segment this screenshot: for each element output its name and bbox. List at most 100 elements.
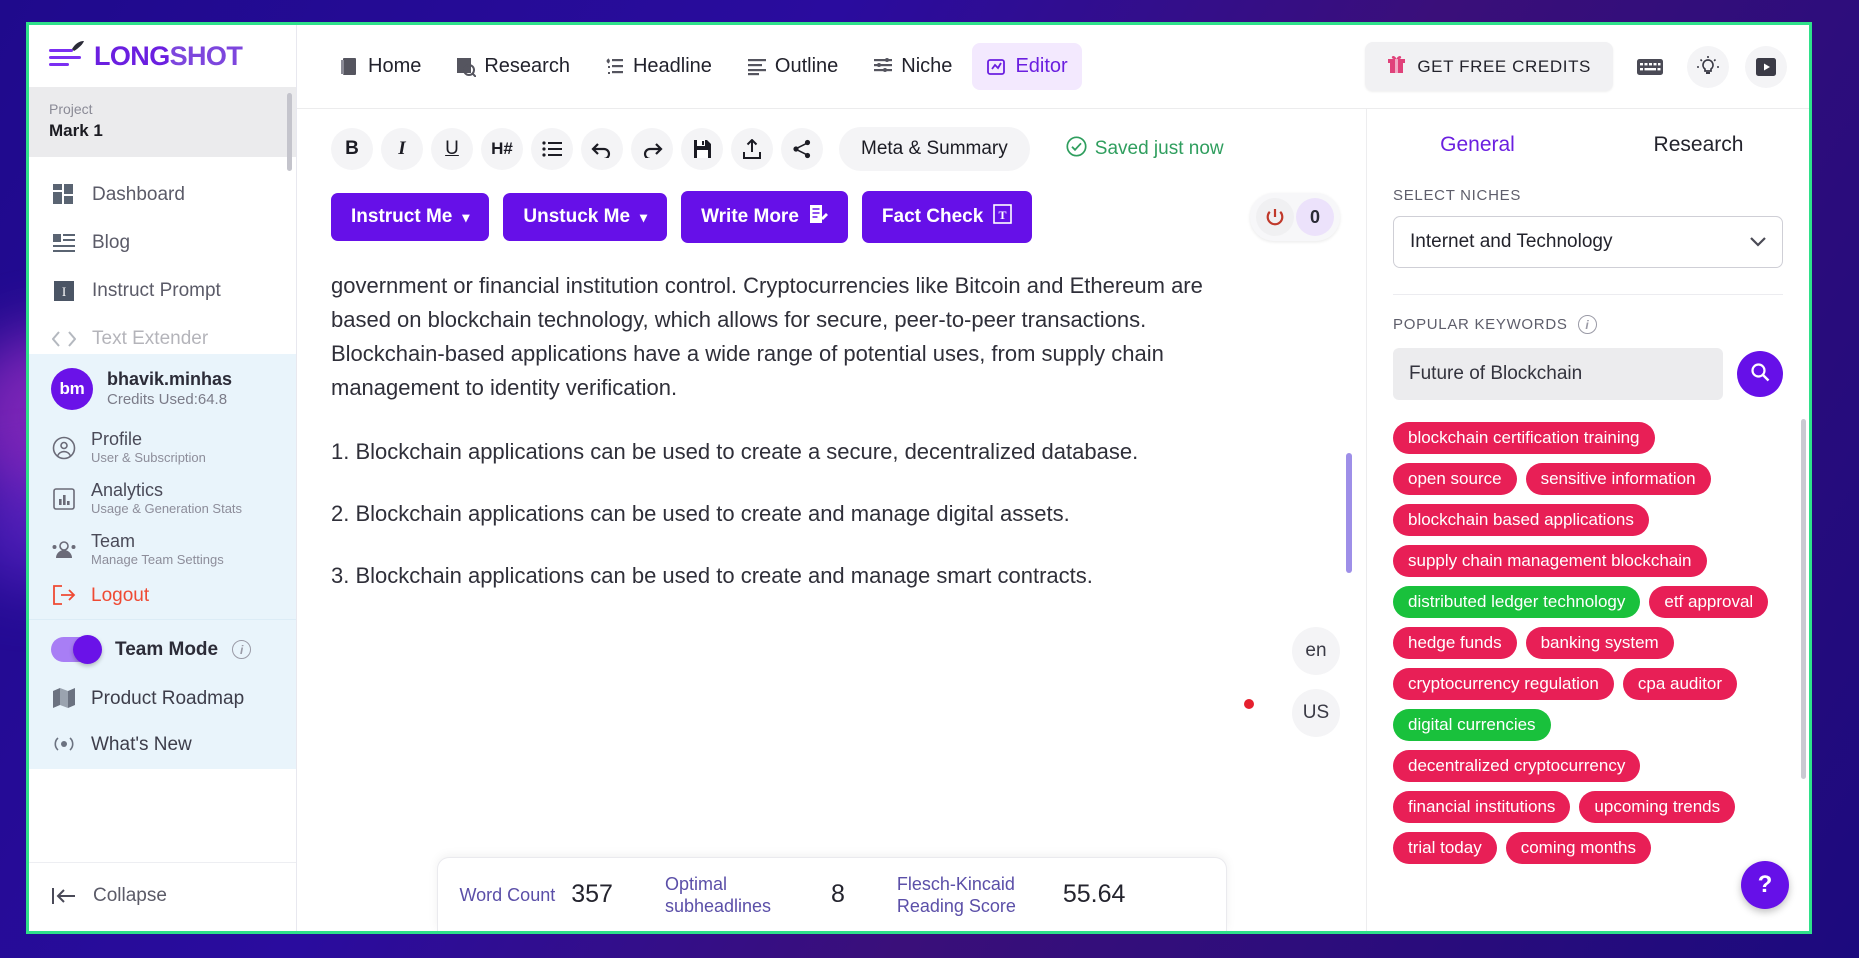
tab-general[interactable]: General [1367, 133, 1588, 169]
niche-icon [872, 56, 894, 78]
language-badge-us[interactable]: US [1292, 689, 1340, 737]
italic-button[interactable]: I [381, 128, 423, 170]
collapse-sidebar-button[interactable]: Collapse [29, 862, 296, 931]
account-name: bhavik.minhas [107, 369, 233, 389]
keyword-tag[interactable]: blockchain based applications [1393, 504, 1649, 536]
keyword-tag[interactable]: coming months [1505, 832, 1651, 864]
sidebar-item-label: Instruct Prompt [92, 280, 221, 301]
tab-research-panel[interactable]: Research [1588, 133, 1809, 169]
chart-icon [51, 486, 77, 512]
unstuck-me-button[interactable]: Unstuck Me ▾ [503, 193, 668, 241]
editor-column: B I U H# Meta & Summary Saved just now I… [297, 109, 1367, 931]
sidebar-item-text-extender[interactable]: Text Extender [29, 315, 296, 354]
keyword-search-input[interactable]: Future of Blockchain [1393, 348, 1723, 400]
tab-headline[interactable]: Headline [590, 43, 726, 90]
keyword-tag[interactable]: hedge funds [1393, 627, 1517, 659]
keyword-tag[interactable]: blockchain certification training [1393, 422, 1655, 454]
tab-label: Niche [901, 55, 953, 77]
keyword-tag[interactable]: decentralized cryptocurrency [1393, 750, 1641, 782]
tab-outline[interactable]: Outline [732, 43, 852, 90]
undo-button[interactable] [581, 128, 623, 170]
document-body[interactable]: government or financial institution cont… [297, 269, 1366, 593]
app-logo[interactable]: LONGSHOT [29, 25, 296, 87]
sidebar-item-dashboard[interactable]: Dashboard [29, 171, 296, 219]
meta-summary-button[interactable]: Meta & Summary [839, 127, 1030, 171]
fact-check-button[interactable]: Fact Check T [861, 191, 1033, 243]
get-free-credits-button[interactable]: GET FREE CREDITS [1365, 42, 1613, 91]
tab-editor[interactable]: Editor [972, 43, 1082, 90]
keyword-tag[interactable]: digital currencies [1393, 709, 1551, 741]
keyword-search-button[interactable] [1737, 351, 1783, 397]
sidebar-item-team[interactable]: Team Manage Team Settings [29, 524, 296, 575]
team-icon [51, 537, 77, 563]
sidebar-item-blog[interactable]: Blog [29, 219, 296, 267]
keyword-tag[interactable]: cryptocurrency regulation [1393, 668, 1614, 700]
save-button[interactable] [681, 128, 723, 170]
sidebar-item-label: Text Extender [92, 328, 209, 349]
niche-select[interactable]: Internet and Technology [1393, 216, 1783, 268]
keyword-tag[interactable]: sensitive information [1525, 463, 1711, 495]
document-paragraph: 3. Blockchain applications can be used t… [331, 563, 1093, 588]
bullet-list-button[interactable] [531, 128, 573, 170]
video-play-icon[interactable] [1745, 45, 1787, 88]
sidebar-item-instruct-prompt[interactable]: I Instruct Prompt [29, 267, 296, 315]
sidebar-item-title: Profile [91, 429, 143, 449]
tab-research[interactable]: Research [441, 43, 584, 90]
info-icon[interactable]: i [232, 640, 252, 659]
keyword-tag[interactable]: cpa auditor [1622, 668, 1737, 700]
help-button[interactable]: ? [1741, 861, 1789, 909]
keyword-tag[interactable]: banking system [1525, 627, 1674, 659]
keyword-tag[interactable]: upcoming trends [1579, 791, 1736, 823]
keyword-tag[interactable]: financial institutions [1393, 791, 1571, 823]
collapse-label: Collapse [93, 885, 167, 906]
power-icon[interactable] [1256, 198, 1294, 236]
keyword-tag[interactable]: etf approval [1649, 586, 1769, 618]
project-selector[interactable]: Project Mark 1 [29, 87, 296, 171]
map-icon [51, 685, 77, 711]
right-panel-scrollbar[interactable] [1801, 419, 1806, 779]
share-button[interactable] [781, 128, 823, 170]
redo-button[interactable] [631, 128, 673, 170]
chevron-down-icon: ▾ [462, 208, 470, 225]
ai-action-row: Instruct Me ▾ Unstuck Me ▾ Write More Fa… [297, 171, 1366, 243]
lightbulb-icon[interactable] [1687, 45, 1729, 88]
bold-button[interactable]: B [331, 128, 373, 170]
instruct-me-button[interactable]: Instruct Me ▾ [331, 193, 490, 241]
export-button[interactable] [731, 128, 773, 170]
document-scroll-area[interactable]: government or financial institution cont… [297, 243, 1366, 857]
tab-niche[interactable]: Niche [858, 43, 966, 90]
sidebar-item-profile[interactable]: Profile User & Subscription [29, 422, 296, 473]
keyboard-icon[interactable] [1629, 46, 1671, 88]
info-icon[interactable]: i [1577, 315, 1597, 334]
project-caption: Project [49, 101, 93, 117]
logout-label: Logout [91, 584, 150, 606]
team-mode-row[interactable]: Team Mode i [29, 624, 296, 675]
logout-button[interactable]: Logout [29, 575, 296, 615]
tab-home[interactable]: Home [325, 43, 435, 90]
user-circle-icon [51, 435, 77, 461]
keyword-tag[interactable]: open source [1393, 463, 1517, 495]
keyword-tag[interactable]: trial today [1393, 832, 1497, 864]
heading-button[interactable]: H# [481, 128, 523, 170]
account-row[interactable]: bm bhavik.minhas Credits Used:64.8 [29, 356, 296, 422]
sidebar-item-whats-new[interactable]: What's New [29, 721, 296, 767]
write-more-button[interactable]: Write More [681, 191, 848, 243]
divider [1393, 294, 1783, 295]
sidebar-scrollbar[interactable] [287, 93, 292, 171]
home-doc-icon [339, 56, 361, 78]
code-brackets-icon [51, 326, 77, 352]
document-scrollbar[interactable] [1346, 453, 1352, 573]
keyword-tag[interactable]: distributed ledger technology [1393, 586, 1641, 618]
team-mode-toggle[interactable] [51, 635, 102, 664]
right-panel: General Research SELECT NICHES Internet … [1367, 109, 1809, 931]
keyword-tag[interactable]: supply chain management blockchain [1393, 545, 1707, 577]
sidebar-nav: Dashboard Blog I Instruct Prompt Text Ex… [29, 157, 296, 354]
credits-label: GET FREE CREDITS [1417, 56, 1591, 76]
underline-button[interactable]: U [431, 128, 473, 170]
language-badge-en[interactable]: en [1292, 627, 1340, 675]
credit-count-badge[interactable]: 0 [1296, 198, 1334, 236]
sidebar-item-product-roadmap[interactable]: Product Roadmap [29, 675, 296, 721]
sidebar-item-analytics[interactable]: Analytics Usage & Generation Stats [29, 473, 296, 524]
select-niches-label: SELECT NICHES [1393, 187, 1522, 204]
save-status-label: Saved just now [1094, 138, 1224, 159]
